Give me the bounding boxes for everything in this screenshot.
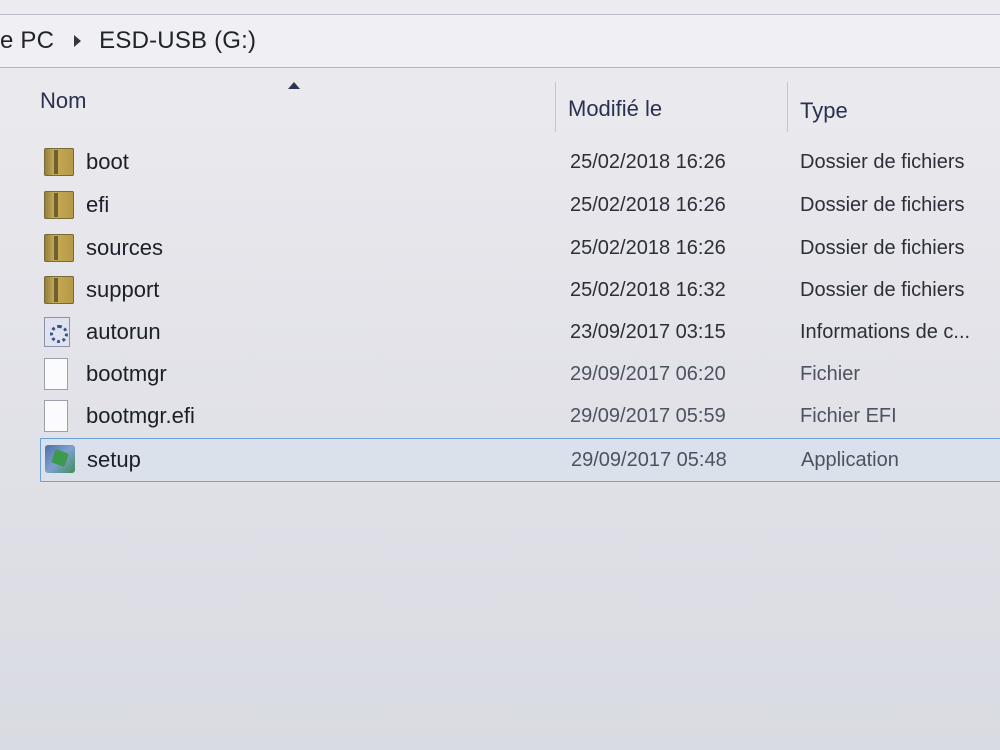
file-icon [44,358,68,390]
file-type: Fichier EFI [800,404,897,427]
chevron-right-icon[interactable] [74,35,82,47]
file-name: support [86,277,160,302]
column-header-bar: Nom Modifié le Type [0,76,1000,134]
file-row-efi[interactable]: efi 25/02/2018 16:26 Dossier de fichiers [40,185,1000,225]
file-name: autorun [86,319,161,344]
file-date-modified: 23/09/2017 03:15 [570,320,726,343]
file-date-modified: 29/09/2017 06:20 [570,362,726,385]
file-name: setup [87,447,141,472]
file-date-modified: 25/02/2018 16:32 [570,278,726,301]
file-date-modified: 25/02/2018 16:26 [570,236,726,259]
file-type: Dossier de fichiers [800,278,965,301]
column-resize-handle[interactable] [555,82,556,132]
breadcrumb-this-pc[interactable]: e PC [0,27,54,55]
file-name: bootmgr [86,361,167,386]
setup-icon [45,445,75,473]
file-name: boot [86,149,129,174]
column-header-type[interactable]: Type [800,82,1000,140]
file-date-modified: 29/09/2017 05:48 [571,448,727,471]
file-name: efi [86,192,110,217]
folder-icon [44,191,74,219]
file-icon [44,400,68,432]
file-row-support[interactable]: support 25/02/2018 16:32 Dossier de fich… [40,270,1000,310]
folder-icon [44,148,74,176]
file-name: sources [86,235,164,260]
file-row-bootmgr[interactable]: bootmgr 29/09/2017 06:20 Fichier [40,354,1000,394]
file-type: Fichier [800,362,861,385]
file-row-autorun[interactable]: autorun 23/09/2017 03:15 Informations de… [40,312,1000,352]
file-type: Application [801,448,899,471]
file-type: Dossier de fichiers [800,236,965,259]
settings-file-icon [44,317,70,347]
file-type: Dossier de fichiers [800,193,965,216]
column-header-name[interactable]: Nom [40,72,550,130]
file-row-boot[interactable]: boot 25/02/2018 16:26 Dossier de fichier… [40,142,1000,182]
file-date-modified: 25/02/2018 16:26 [570,150,726,173]
column-header-date-modified[interactable]: Modifié le [568,80,783,138]
file-date-modified: 25/02/2018 16:26 [570,193,726,216]
file-row-setup[interactable]: setup 29/09/2017 05:48 Application [40,438,1000,482]
breadcrumb-esd-usb-drive[interactable]: ESD-USB (G:) [99,27,256,55]
column-resize-handle[interactable] [787,82,788,132]
folder-icon [44,276,74,304]
folder-icon [44,234,74,262]
file-explorer-window: e PC ESD-USB (G:) Nom Modifié le Type bo… [0,0,1000,750]
address-bar[interactable]: e PC ESD-USB (G:) [0,14,1000,68]
file-date-modified: 29/09/2017 05:59 [570,404,726,427]
file-row-sources[interactable]: sources 25/02/2018 16:26 Dossier de fich… [40,228,1000,268]
file-row-bootmgr-efi[interactable]: bootmgr.efi 29/09/2017 05:59 Fichier EFI [40,396,1000,436]
file-name: bootmgr.efi [86,403,195,428]
file-type: Informations de c... [800,320,971,343]
file-type: Dossier de fichiers [800,150,965,173]
